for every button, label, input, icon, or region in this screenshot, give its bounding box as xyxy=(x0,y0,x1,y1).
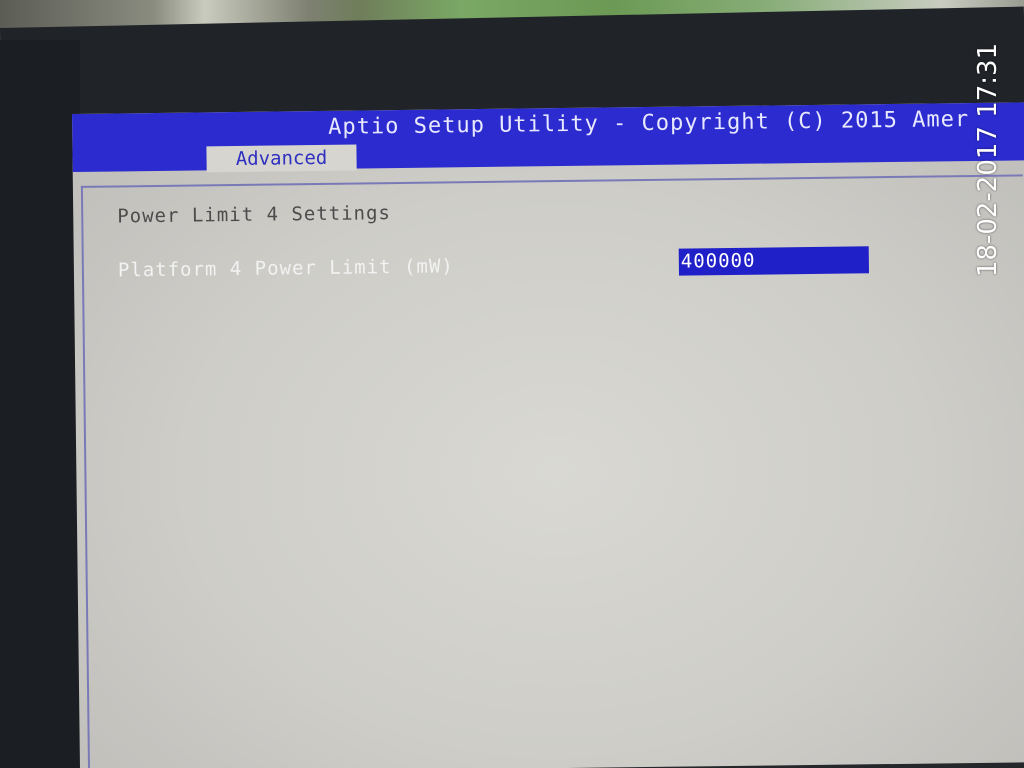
tab-advanced[interactable]: Advanced xyxy=(206,144,357,173)
monitor-frame-left xyxy=(0,40,80,768)
bios-title: Aptio Setup Utility - Copyright (C) 2015… xyxy=(328,107,970,140)
setting-label-platform-4-power-limit[interactable]: Platform 4 Power Limit (mW) xyxy=(118,255,454,281)
setting-value-platform-4-power-limit[interactable]: 400000 xyxy=(678,246,870,276)
bios-title-bar: Aptio Setup Utility - Copyright (C) 2015… xyxy=(72,102,1024,173)
section-title: Power Limit 4 Settings xyxy=(117,202,392,228)
bios-screen: Aptio Setup Utility - Copyright (C) 2015… xyxy=(72,102,1024,768)
photo-scene: Aptio Setup Utility - Copyright (C) 2015… xyxy=(0,0,1024,768)
photo-timestamp: 18-02-2017 17:31 xyxy=(973,42,1003,278)
